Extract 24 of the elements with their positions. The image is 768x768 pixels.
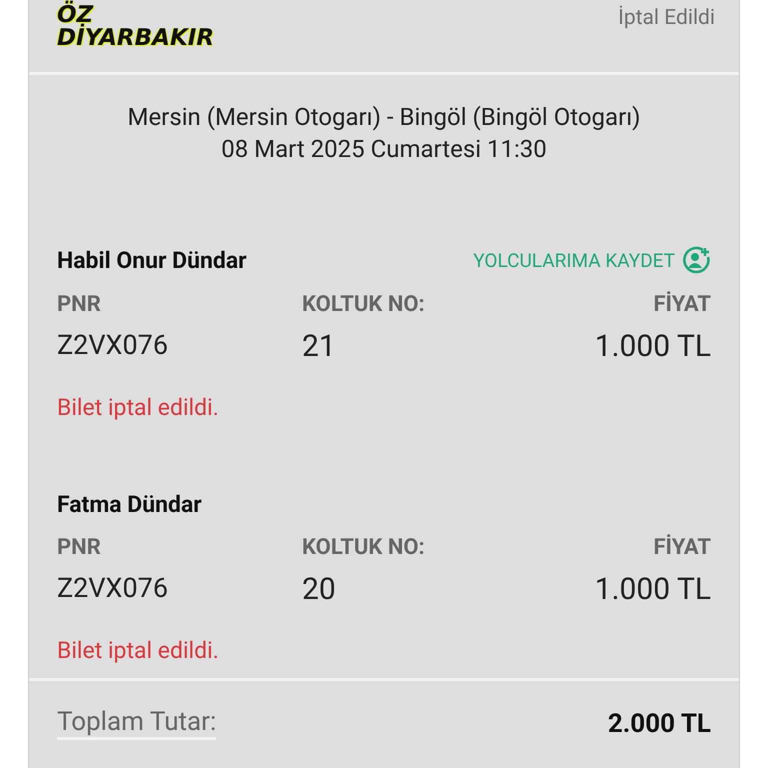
save-passenger-button[interactable]: YOLCULARIMA KAYDET [473, 245, 711, 275]
cancel-notice: Bilet iptal edildi. [57, 637, 220, 664]
add-person-icon [681, 245, 711, 275]
ticket-status: İptal Edildi [618, 4, 715, 30]
seat-number: 20 [302, 572, 337, 607]
brand-logo: ÖZ DİYARBAKIR [57, 0, 214, 50]
price-label: FİYAT [652, 292, 711, 317]
pnr-label: PNR [57, 535, 102, 560]
seat-number: 21 [302, 329, 337, 364]
departure-datetime: 08 Mart 2025 Cumartesi 11:30 [221, 135, 547, 163]
ticket-price: 1.000 TL [594, 329, 711, 364]
passenger-name: Fatma Dündar [57, 491, 202, 518]
seat-label: KOLTUK NO: [302, 292, 426, 317]
total-amount: 2.000 TL [608, 708, 711, 738]
total-label: Toplam Tutar: [57, 707, 216, 740]
pnr-code: Z2VX076 [57, 329, 169, 363]
pnr-label: PNR [57, 292, 102, 317]
price-label: FİYAT [652, 535, 711, 560]
pnr-code: Z2VX076 [57, 572, 169, 606]
seat-label: KOLTUK NO: [302, 535, 426, 560]
cancel-notice: Bilet iptal edildi. [57, 394, 220, 421]
route-text: Mersin (Mersin Otogarı) - Bingöl (Bingöl Otogarı) [128, 103, 640, 131]
passenger-name: Habil Onur Dündar [57, 246, 247, 274]
ticket-price: 1.000 TL [594, 572, 711, 607]
